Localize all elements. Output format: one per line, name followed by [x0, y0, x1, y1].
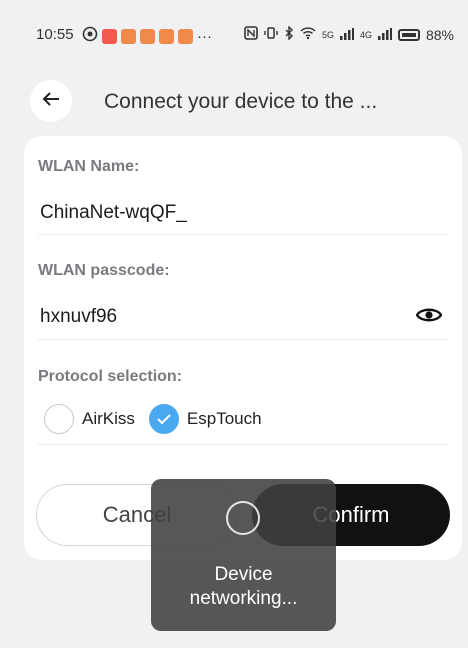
wifi-icon: [300, 26, 316, 43]
status-bar: 10:55 ··· 5G 4G 88%: [0, 0, 468, 72]
loading-spinner-icon: [226, 501, 260, 535]
header: Connect your device to the ...: [0, 70, 468, 130]
battery-level: 88%: [425, 26, 454, 43]
airkiss-label[interactable]: AirKiss: [82, 409, 135, 429]
eye-status-icon: [82, 26, 98, 46]
app-notification-icon: [140, 28, 155, 44]
loading-message: Device networking...: [189, 564, 298, 609]
battery-icon: [397, 28, 420, 41]
signal-icon: [377, 27, 392, 43]
network-gen-label: 5G: [321, 29, 334, 40]
wlan-passcode-input[interactable]: hxnuvf96: [40, 306, 117, 328]
airkiss-radio[interactable]: [44, 404, 74, 434]
app-notification-icon: [178, 28, 193, 44]
divider: [38, 339, 448, 340]
wlan-name-label: WLAN Name:: [38, 158, 140, 175]
nfc-icon: [244, 26, 258, 43]
protocol-label: Protocol selection:: [38, 368, 183, 385]
status-time: 10:55: [36, 26, 74, 43]
notification-icons: ···: [82, 26, 212, 46]
signal-icon: [339, 27, 354, 43]
vibrate-icon: [264, 26, 278, 43]
esptouch-label[interactable]: EspTouch: [187, 409, 262, 429]
divider: [38, 234, 448, 235]
esptouch-radio[interactable]: [148, 404, 179, 434]
eye-icon[interactable]: [416, 302, 442, 328]
app-notification-icon: [102, 28, 117, 44]
back-button[interactable]: [30, 80, 72, 122]
more-notifications-indicator: ···: [197, 27, 212, 45]
wlan-name-input[interactable]: ChinaNet-wqQF_: [40, 202, 187, 224]
bluetooth-icon: [284, 25, 294, 43]
page-title: Connect your device to the ...: [104, 90, 378, 113]
app-notification-icon: [121, 28, 136, 44]
network-gen-label: 4G: [359, 29, 372, 40]
protocol-options: AirKiss EspTouch: [44, 404, 262, 434]
check-icon: [157, 414, 171, 425]
status-right-icons: 5G 4G 88%: [244, 25, 454, 43]
wlan-passcode-label: WLAN passcode:: [38, 262, 170, 279]
loading-toast: Device networking...: [151, 479, 336, 631]
arrow-left-icon: [42, 91, 60, 112]
app-notification-icon: [159, 28, 174, 44]
divider: [38, 444, 448, 445]
